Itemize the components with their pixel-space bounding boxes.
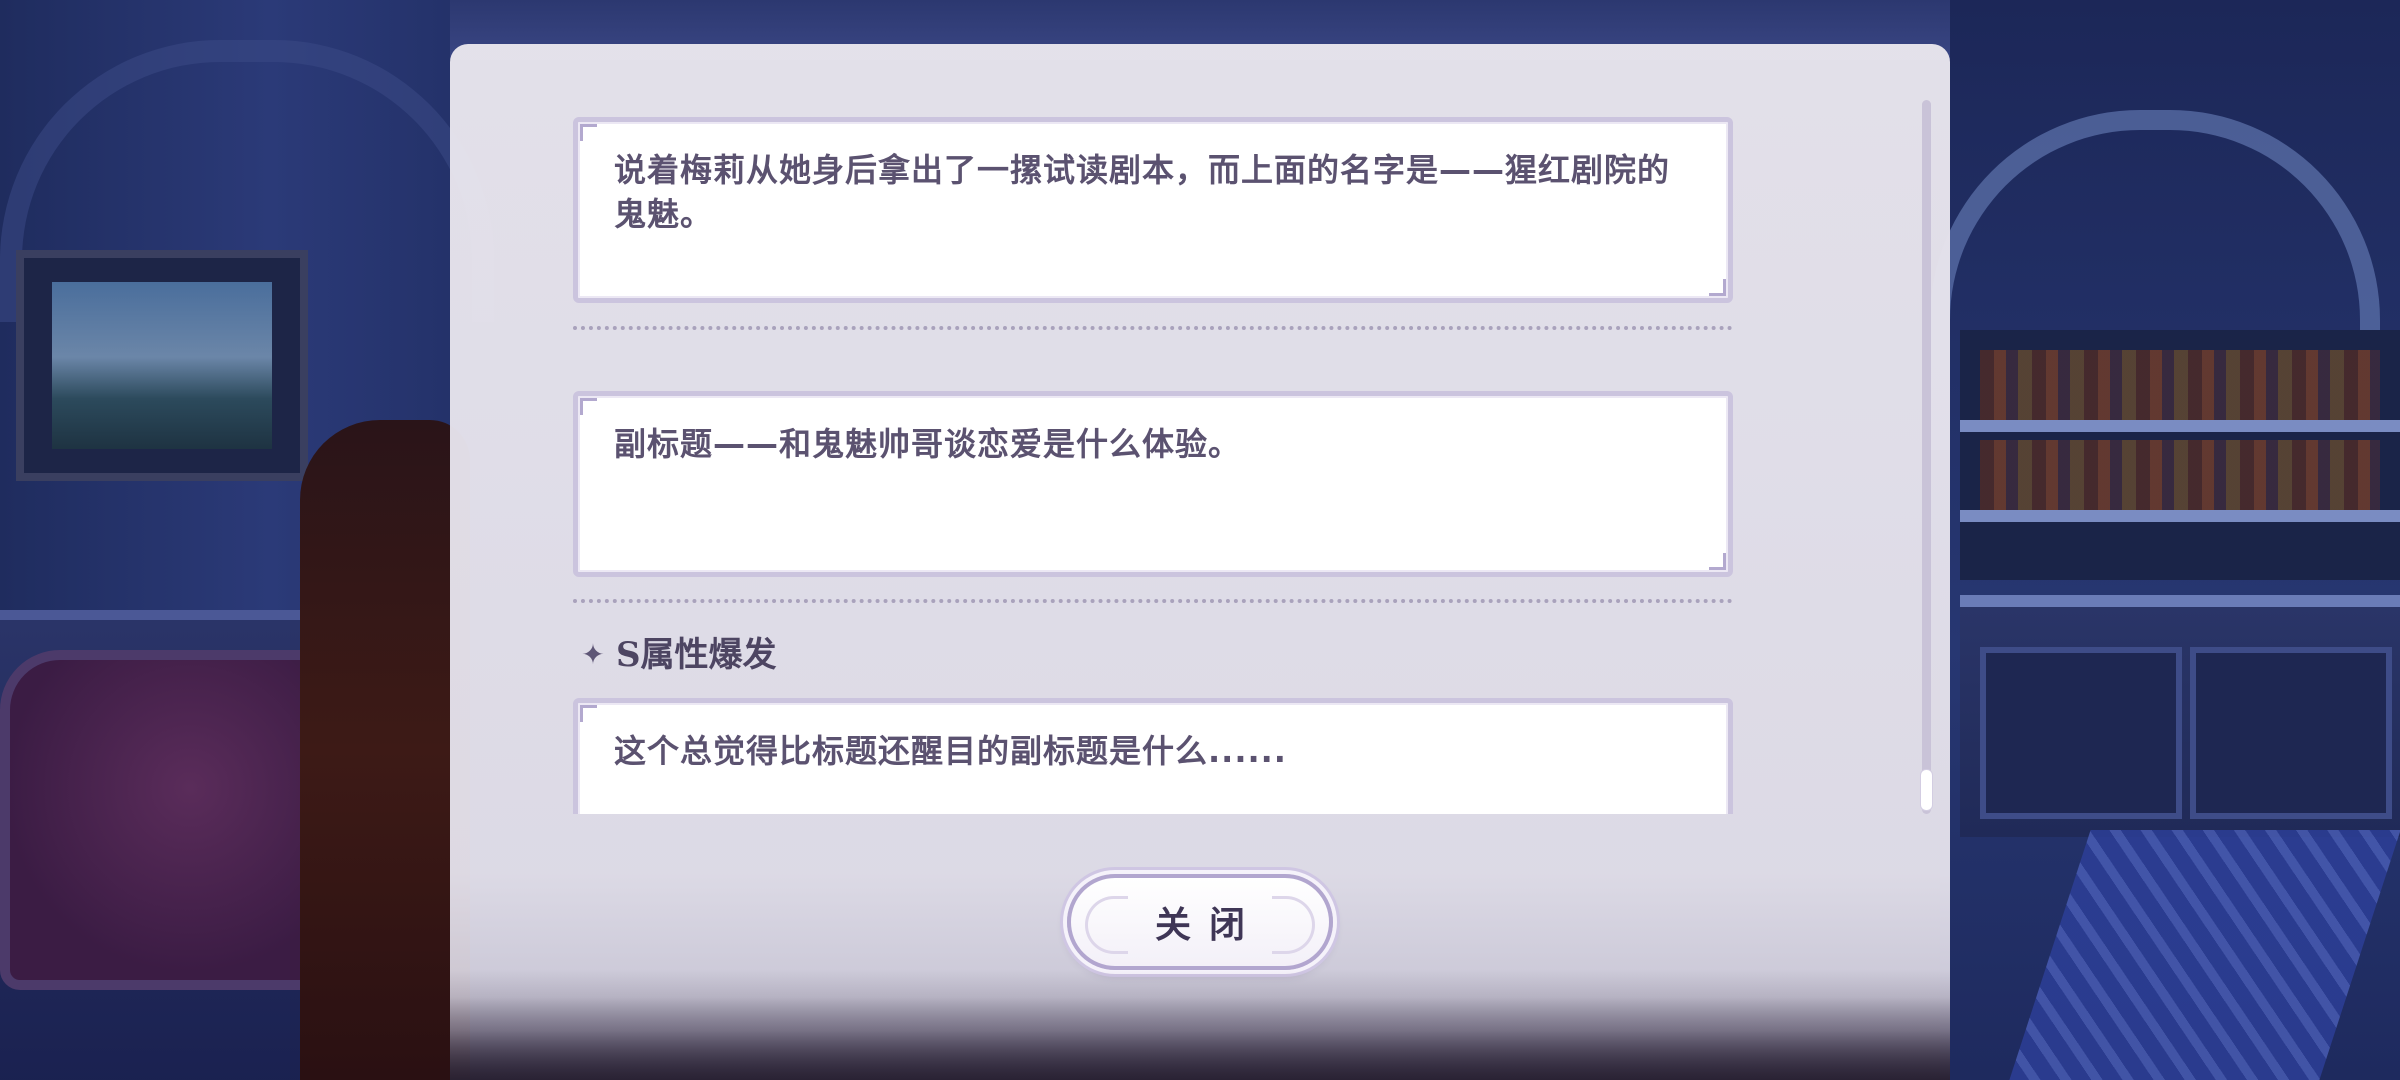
dialog-entry-text: 这个总觉得比标题还醒目的副标题是什么...... [614, 732, 1287, 770]
shelf-board [1960, 420, 2400, 432]
book-row [1980, 440, 2380, 510]
dialog-entry-card: 说着梅莉从她身后拿出了一摞试读剧本，而上面的名字是——猩红剧院的鬼魅。 [573, 117, 1733, 303]
sparkle-icon: ✦ [581, 638, 605, 671]
background-cabinet [1960, 595, 2400, 837]
entry-divider [573, 599, 1733, 603]
book-row [1980, 350, 2380, 420]
story-log-scroll-area[interactable]: 说着梅莉从她身后拿出了一摞试读剧本，而上面的名字是——猩红剧院的鬼魅。 副标题—… [450, 44, 1950, 814]
game-screen: 说着梅莉从她身后拿出了一摞试读剧本，而上面的名字是——猩红剧院的鬼魅。 副标题—… [0, 0, 2400, 1080]
entry-divider [573, 326, 1733, 330]
close-button[interactable]: 关闭 [1067, 874, 1333, 970]
dialog-entry-text: 说着梅莉从她身后拿出了一摞试读剧本，而上面的名字是——猩红剧院的鬼魅。 [614, 151, 1671, 233]
scrollbar-thumb[interactable] [1921, 770, 1932, 810]
story-log-dialog: 说着梅莉从她身后拿出了一摞试读剧本，而上面的名字是——猩红剧院的鬼魅。 副标题—… [450, 44, 1950, 1080]
dialog-entry-card: 副标题——和鬼魅帅哥谈恋爱是什么体验。 [573, 391, 1733, 577]
close-button-label: 关闭 [1154, 904, 1263, 946]
painting-landscape [52, 282, 272, 449]
cabinet-door [2190, 647, 2392, 819]
cabinet-door [1980, 647, 2182, 819]
dialog-entry-text: 副标题——和鬼魅帅哥谈恋爱是什么体验。 [614, 425, 1242, 463]
choice-heading: ✦ S属性爆发 [578, 627, 777, 675]
background-character [300, 420, 470, 1080]
background-painting [16, 250, 308, 481]
scrollbar-track[interactable] [1922, 100, 1931, 814]
shelf-board [1960, 510, 2400, 522]
button-ornament-left [1085, 896, 1128, 954]
button-ornament-right [1272, 896, 1315, 954]
background-bookshelf [1960, 330, 2400, 580]
choice-title: S属性爆发 [616, 634, 777, 675]
panel-bottom-fade [450, 970, 1950, 1080]
dialog-entry-card: 这个总觉得比标题还醒目的副标题是什么...... [573, 698, 1733, 814]
